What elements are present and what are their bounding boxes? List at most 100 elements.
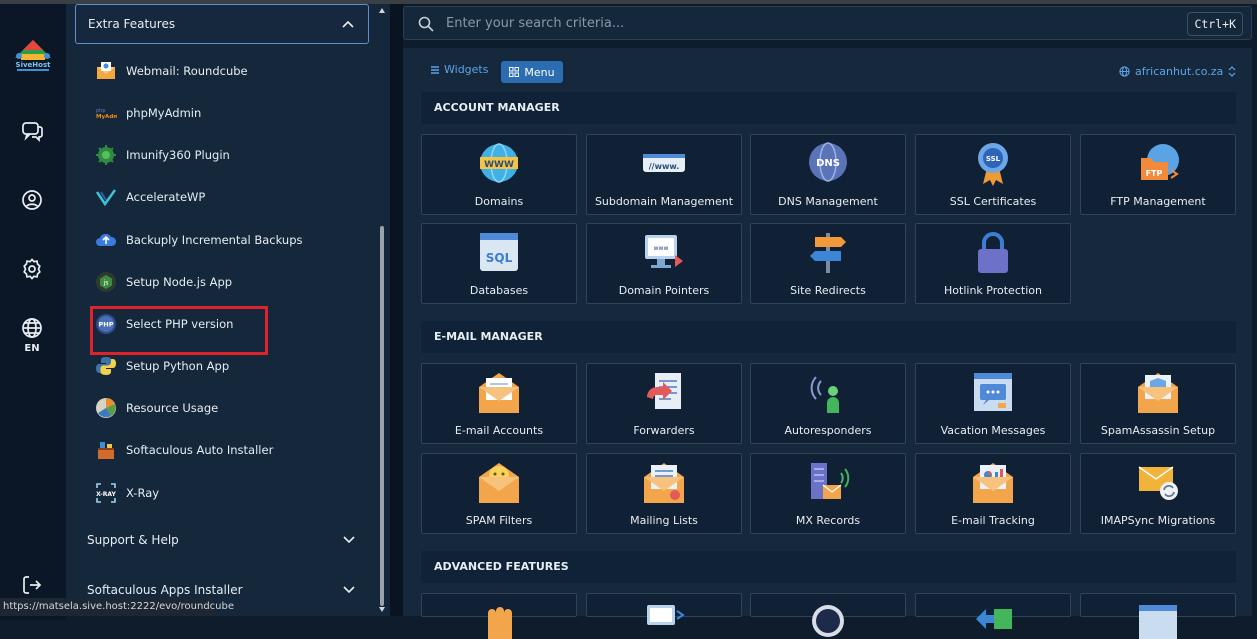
section-title: Support & Help [87, 533, 179, 547]
sidebar-item-label: AccelerateWP [126, 190, 206, 204]
www-globe-icon: WWW [480, 143, 518, 183]
widgets-toggle[interactable]: Widgets [430, 63, 488, 76]
sivehost-logo[interactable]: SiveHost [7, 38, 59, 74]
logout-icon[interactable] [20, 573, 44, 597]
language-label[interactable]: EN [14, 343, 50, 354]
tile-label: Mailing Lists [630, 514, 698, 527]
sidebar-item-backuply[interactable]: Backuply Incremental Backups [95, 226, 302, 254]
search-input[interactable]: Enter your search criteria... [446, 16, 624, 31]
sidebar-item-acceleratewp[interactable]: AccelerateWP [95, 183, 205, 211]
section-support-help[interactable]: Support & Help [75, 520, 369, 560]
tile-advanced-5[interactable] [1080, 593, 1236, 639]
monitor-icon [647, 605, 685, 625]
tile-spam-filters[interactable]: SPAM Filters [421, 453, 577, 534]
tile-email-tracking[interactable]: E-mail Tracking [915, 453, 1071, 534]
tile-advanced-2[interactable] [586, 593, 742, 625]
tile-spamassassin-setup[interactable]: SpamAssassin Setup [1080, 363, 1236, 444]
mailing-list-icon [644, 463, 684, 503]
sidebar-item-label: X-Ray [126, 486, 160, 500]
sidebar-item-resource-usage[interactable]: Resource Usage [95, 394, 218, 422]
svg-text:SSL: SSL [986, 155, 1001, 163]
sidebar-item-label: Backuply Incremental Backups [126, 233, 303, 247]
svg-text://www.: //www. [649, 162, 680, 171]
tile-autoresponders[interactable]: Autoresponders [750, 363, 906, 444]
tile-label: Site Redirects [790, 284, 866, 297]
lock-icon [978, 232, 1008, 273]
tile-label: Databases [469, 284, 529, 297]
domain-selector[interactable]: africanhut.co.za [1119, 65, 1236, 78]
tile-advanced-1[interactable] [421, 593, 577, 639]
menu-toggle[interactable]: Menu [501, 61, 563, 83]
svg-text:WWW: WWW [484, 160, 514, 170]
tile-hotlink-protection[interactable]: Hotlink Protection [915, 223, 1071, 304]
sidebar-item-label: Softaculous Auto Installer [126, 443, 274, 457]
acceleratewp-icon [95, 189, 117, 207]
email-tracking-icon [973, 463, 1013, 503]
globe-icon [1119, 66, 1130, 77]
tile-vacation-messages[interactable]: Vacation Messages [915, 363, 1071, 444]
domain-name: africanhut.co.za [1135, 65, 1224, 78]
svg-text:js: js [103, 280, 109, 287]
tile-forwarders[interactable]: Forwarders [586, 363, 742, 444]
www-link-icon: //www. [643, 154, 685, 172]
tile-label: Domains [474, 195, 524, 208]
tile-ssl-certificates[interactable]: SSL SSL Certificates [915, 134, 1071, 215]
tile-ftp-management[interactable]: FTP FTP Management [1080, 134, 1236, 215]
svg-text:FTP: FTP [1146, 169, 1163, 178]
gear-icon[interactable] [20, 257, 44, 281]
sidebar-item-nodejs[interactable]: js Setup Node.js App [95, 268, 232, 296]
user-icon[interactable] [20, 188, 44, 212]
resource-usage-icon [96, 398, 116, 418]
search-icon [418, 16, 434, 32]
tile-databases[interactable]: SQL Databases [421, 223, 577, 304]
section-title: Extra Features [88, 17, 176, 31]
sidebar-item-xray[interactable]: X-RAY X-Ray [95, 479, 159, 507]
tile-email-accounts[interactable]: E-mail Accounts [421, 363, 577, 444]
mx-server-icon [811, 463, 850, 499]
category-email-manager: E-MAIL MANAGER [421, 321, 1236, 353]
search-bar[interactable]: Enter your search criteria... Ctrl+K [403, 6, 1252, 40]
tile-mailing-lists[interactable]: Mailing Lists [586, 453, 742, 534]
menu-label: Menu [524, 65, 555, 79]
imunify-icon [96, 145, 116, 165]
envelope-icon [479, 373, 519, 413]
tile-advanced-4[interactable] [915, 593, 1071, 629]
grid-icon [509, 67, 520, 77]
sidebar-item-phpmyadmin[interactable]: phpMyAdmin phpMyAdmin [95, 99, 201, 127]
sidebar-item-python[interactable]: Setup Python App [95, 352, 229, 380]
nodejs-icon: js [96, 272, 116, 292]
search-shortcut-badge: Ctrl+K [1187, 12, 1243, 36]
chat-icon[interactable] [20, 119, 44, 143]
tile-label: Autoresponders [784, 424, 872, 437]
autoresponder-icon [810, 376, 839, 413]
section-title: Softaculous Apps Installer [87, 583, 243, 597]
tile-advanced-3[interactable] [750, 593, 906, 637]
tile-label: E-mail Accounts [454, 424, 544, 437]
spam-filter-icon [479, 463, 519, 503]
sidebar-item-softaculous[interactable]: Softaculous Auto Installer [95, 436, 273, 464]
scrollbar-thumb[interactable] [380, 226, 384, 606]
tile-mx-records[interactable]: MX Records [750, 453, 906, 534]
sort-arrows-icon [1228, 66, 1236, 77]
tile-domains[interactable]: WWW Domains [421, 134, 577, 215]
tile-site-redirects[interactable]: Site Redirects [750, 223, 906, 304]
ftp-folder-icon: FTP [1141, 144, 1179, 180]
python-icon [96, 357, 116, 375]
hand-icon [488, 607, 512, 639]
left-rail: SiveHost EN [0, 4, 66, 620]
sidebar-item-roundcube[interactable]: Webmail: Roundcube [95, 57, 248, 85]
browser-window-icon [1139, 605, 1177, 639]
tile-label: FTP Management [1110, 195, 1206, 208]
globe-icon[interactable] [20, 316, 44, 340]
tile-dns-management[interactable]: DNS DNS Management [750, 134, 906, 215]
sidebar-item-imunify360[interactable]: Imunify360 Plugin [95, 141, 230, 169]
section-extra-features[interactable]: Extra Features [75, 4, 369, 44]
tile-label: Forwarders [633, 424, 695, 437]
sidebar-item-label: Resource Usage [126, 401, 219, 415]
tile-domain-pointers[interactable]: www Domain Pointers [586, 223, 742, 304]
chevron-down-icon [343, 586, 355, 594]
spam-shield-mail-icon [1138, 373, 1178, 413]
tile-label: SSL Certificates [949, 195, 1037, 208]
tile-subdomain-management[interactable]: //www. Subdomain Management [586, 134, 742, 215]
tile-imapsync-migrations[interactable]: IMAPSync Migrations [1080, 453, 1236, 534]
